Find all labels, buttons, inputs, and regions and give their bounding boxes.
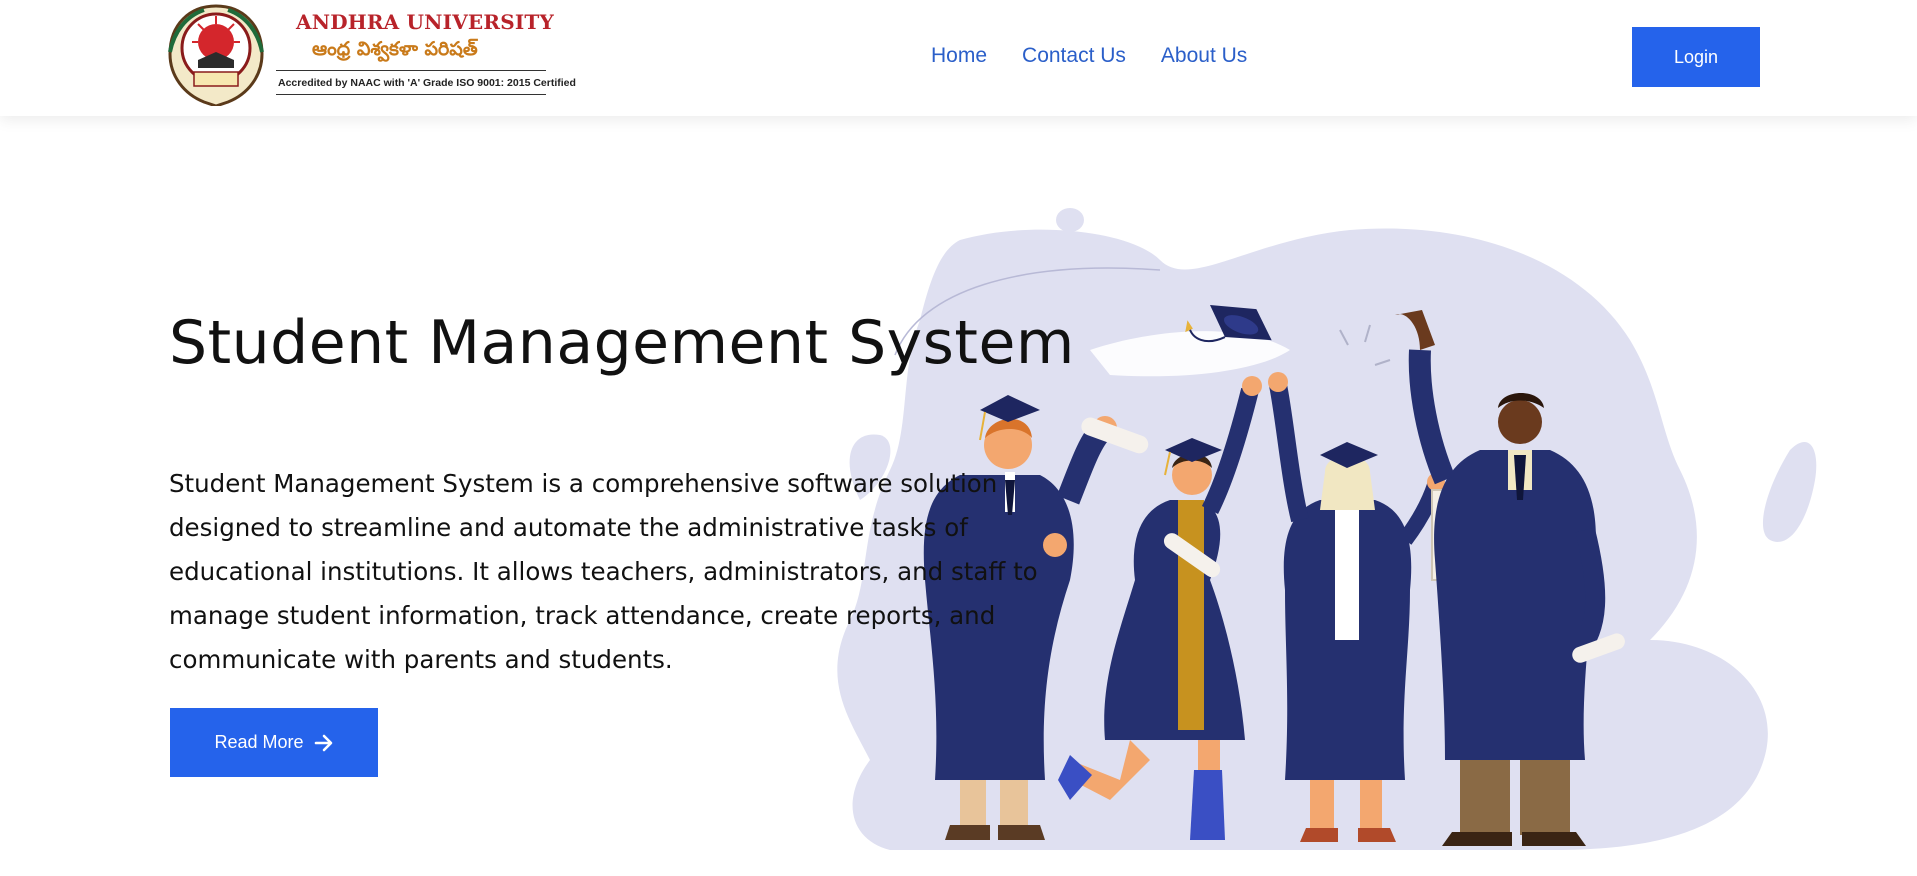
divider: [276, 94, 546, 95]
nav-home-link[interactable]: Home: [931, 44, 987, 68]
university-name: ANDHRA UNIVERSITY: [296, 10, 554, 34]
accreditation-text: Accredited by NAAC with 'A' Grade ISO 90…: [278, 77, 576, 89]
main-nav: Home Contact Us About Us: [931, 44, 1247, 68]
university-logo[interactable]: ANDHRA UNIVERSITY ఆంధ్ర విశ్వకళా పరిషత్ …: [164, 2, 576, 106]
site-header: ANDHRA UNIVERSITY ఆంధ్ర విశ్వకళా పరిషత్ …: [0, 0, 1917, 116]
read-more-label: Read More: [214, 732, 304, 752]
login-button[interactable]: Login: [1632, 27, 1760, 87]
nav-about-us-link[interactable]: About Us: [1161, 44, 1247, 68]
university-seal-icon: [168, 4, 264, 106]
arrow-right-icon: [314, 733, 334, 753]
divider: [276, 70, 546, 71]
hero-description: Student Management System is a comprehen…: [169, 469, 1038, 674]
university-name-telugu: ఆంధ్ర విశ్వకళా పరిషత్: [312, 38, 478, 60]
nav-contact-us-link[interactable]: Contact Us: [1022, 44, 1126, 68]
read-more-button[interactable]: Read More: [170, 708, 378, 777]
hero-title: Student Management System: [169, 308, 1075, 378]
